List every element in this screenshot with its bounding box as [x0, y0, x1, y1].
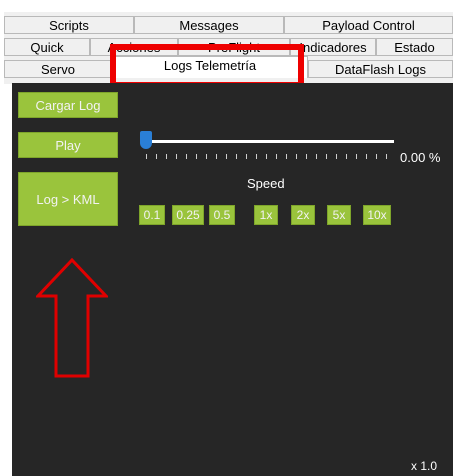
slider-ticks: [146, 154, 394, 159]
tab-payload-control[interactable]: Payload Control: [284, 16, 453, 34]
tab-scripts[interactable]: Scripts: [4, 16, 134, 34]
speed-button-2x[interactable]: 2x: [291, 205, 315, 225]
speed-multiplier: x 1.0: [411, 459, 438, 473]
tab-messages[interactable]: Messages: [134, 16, 284, 34]
play-button[interactable]: Play: [18, 132, 118, 158]
speed-button-0-5[interactable]: 0.5: [209, 205, 235, 225]
right-edge: [453, 12, 457, 476]
up-arrow-icon: [36, 258, 108, 378]
highlight-box: [110, 44, 304, 88]
playback-slider-track[interactable]: [146, 140, 394, 143]
tab-quick[interactable]: Quick: [4, 38, 90, 56]
speed-button-0-25[interactable]: 0.25: [172, 205, 204, 225]
load-log-button[interactable]: Cargar Log: [18, 92, 118, 118]
speed-label: Speed: [247, 176, 285, 191]
tab-estado[interactable]: Estado: [376, 38, 453, 56]
playback-slider-thumb[interactable]: [140, 131, 152, 149]
speed-button-5x[interactable]: 5x: [327, 205, 351, 225]
tab-servo[interactable]: Servo: [4, 60, 112, 78]
speed-button-0-1[interactable]: 0.1: [139, 205, 165, 225]
app-window: Scripts Messages Payload Control Quick A…: [0, 0, 457, 476]
playback-percent: 0.00 %: [400, 150, 441, 165]
speed-button-1x[interactable]: 1x: [254, 205, 278, 225]
speed-button-10x[interactable]: 10x: [363, 205, 391, 225]
log-to-kml-button[interactable]: Log > KML: [18, 172, 118, 226]
tab-dataflash-logs[interactable]: DataFlash Logs: [308, 60, 453, 78]
